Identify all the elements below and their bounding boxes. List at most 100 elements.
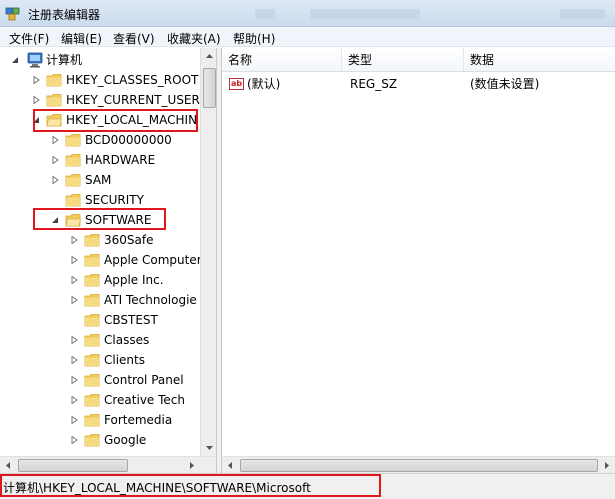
folder-icon (46, 94, 62, 107)
scroll-left-arrow-icon[interactable] (224, 459, 237, 472)
collapsed-arrow-icon[interactable] (71, 356, 78, 364)
tree-node-label: SAM (85, 173, 112, 187)
collapsed-arrow-icon[interactable] (33, 96, 40, 104)
folder-icon (84, 294, 100, 307)
collapsed-arrow-icon[interactable] (71, 376, 78, 384)
computer-icon (27, 52, 43, 68)
tree-node-label: HKEY_CURRENT_USER (66, 93, 200, 107)
tree-node-bcd00000000[interactable]: BCD00000000 (0, 130, 200, 150)
tree-node-google[interactable]: Google (0, 430, 200, 450)
menu-favorites[interactable]: 收藏夹(A) (167, 30, 221, 47)
tree-node-security[interactable]: SECURITY (0, 190, 200, 210)
title-bar-background-blur (310, 9, 420, 19)
collapsed-arrow-icon[interactable] (33, 76, 40, 84)
tree-scrollbar-thumb[interactable] (203, 68, 216, 108)
value-row[interactable]: ab (默认) REG_SZ (数值未设置) (222, 74, 615, 94)
value-type: REG_SZ (350, 77, 398, 91)
scroll-left-arrow-icon[interactable] (2, 459, 15, 472)
folder-icon (84, 254, 100, 267)
tree-node-360safe[interactable]: 360Safe (0, 230, 200, 250)
collapsed-arrow-icon[interactable] (71, 276, 78, 284)
folder-icon (65, 154, 81, 167)
tree-node-label: Apple Inc. (104, 273, 164, 287)
column-header-type[interactable]: 类型 (342, 48, 464, 72)
tree-node-label: HKEY_CLASSES_ROOT (66, 73, 199, 87)
tree-node-label: 计算机 (46, 53, 83, 67)
tree-node-label: CBSTEST (104, 313, 158, 327)
menu-edit[interactable]: 编辑(E) (61, 30, 102, 47)
tree-node-hardware[interactable]: HARDWARE (0, 150, 200, 170)
tree-node-label: Fortemedia (104, 413, 173, 427)
folder-icon (84, 434, 100, 447)
folder-icon (46, 74, 62, 87)
title-bar-background-blur-icon (255, 9, 275, 19)
highlight-hkey-local-machine (33, 109, 198, 132)
tree-node-label: Creative Tech (104, 393, 185, 407)
menu-file[interactable]: 文件(F) (9, 30, 49, 47)
tree-node-ati-technologies[interactable]: ATI Technologie (0, 290, 200, 310)
window-title: 注册表编辑器 (28, 8, 101, 22)
tree-node-label: Google (104, 433, 147, 447)
tree-node-cbstest[interactable]: CBSTEST (0, 310, 200, 330)
regedit-app-icon (5, 7, 20, 21)
collapsed-arrow-icon[interactable] (52, 136, 59, 144)
values-horizontal-scrollbar[interactable] (222, 456, 615, 473)
tree-node-computer[interactable]: 计算机 (0, 50, 200, 70)
folder-icon (84, 314, 100, 327)
tree-node-label: Clients (104, 353, 145, 367)
collapsed-arrow-icon[interactable] (71, 436, 78, 444)
registry-values-pane[interactable]: 名称 类型 数据 ab (默认) REG_SZ (数值未设置) (222, 48, 615, 473)
tree-node-label: Apple Computer (104, 253, 202, 267)
collapsed-arrow-icon[interactable] (71, 416, 78, 424)
tree-node-label: HARDWARE (85, 153, 156, 167)
collapsed-arrow-icon[interactable] (52, 156, 59, 164)
collapsed-arrow-icon[interactable] (71, 236, 78, 244)
folder-icon (65, 134, 81, 147)
scroll-right-arrow-icon[interactable] (600, 459, 613, 472)
tree-node-hkey-classes-root[interactable]: HKEY_CLASSES_ROOT (0, 70, 200, 90)
collapsed-arrow-icon[interactable] (71, 296, 78, 304)
values-hscroll-thumb[interactable] (240, 459, 598, 472)
scroll-right-arrow-icon[interactable] (185, 459, 198, 472)
folder-icon (84, 394, 100, 407)
folder-icon (84, 274, 100, 287)
title-bar: 注册表编辑器 (0, 0, 615, 27)
folder-icon (84, 234, 100, 247)
tree-node-classes[interactable]: Classes (0, 330, 200, 350)
value-data: (数值未设置) (470, 77, 540, 91)
tree-node-control-panel[interactable]: Control Panel (0, 370, 200, 390)
tree-node-apple-computer[interactable]: Apple Computer (0, 250, 202, 270)
scroll-down-arrow-icon[interactable] (201, 439, 217, 456)
collapsed-arrow-icon[interactable] (71, 396, 78, 404)
menu-help[interactable]: 帮助(H) (233, 30, 275, 47)
tree-node-label: Control Panel (104, 373, 184, 387)
highlight-status-path (0, 474, 381, 497)
folder-icon (65, 174, 81, 187)
folder-icon (65, 194, 81, 207)
tree-node-clients[interactable]: Clients (0, 350, 200, 370)
tree-node-creative-tech[interactable]: Creative Tech (0, 390, 200, 410)
tree-node-label: ATI Technologie (104, 293, 197, 307)
collapsed-arrow-icon[interactable] (71, 256, 78, 264)
string-value-icon: ab (229, 78, 244, 90)
expanded-arrow-icon[interactable] (12, 56, 19, 64)
column-header-data[interactable]: 数据 (464, 48, 615, 72)
highlight-software (33, 208, 166, 230)
folder-icon (84, 354, 100, 367)
scroll-up-arrow-icon[interactable] (201, 48, 217, 65)
tree-hscroll-thumb[interactable] (18, 459, 128, 472)
column-header-name[interactable]: 名称 (222, 48, 342, 72)
folder-icon (84, 414, 100, 427)
tree-node-sam[interactable]: SAM (0, 170, 200, 190)
menu-view[interactable]: 查看(V) (113, 30, 155, 47)
tree-horizontal-scrollbar[interactable] (0, 456, 216, 473)
tree-node-hkey-current-user[interactable]: HKEY_CURRENT_USER (0, 90, 200, 110)
value-name: (默认) (247, 77, 281, 91)
collapsed-arrow-icon[interactable] (71, 336, 78, 344)
tree-node-label: BCD00000000 (85, 133, 172, 147)
tree-node-fortemedia[interactable]: Fortemedia (0, 410, 200, 430)
tree-vertical-scrollbar[interactable] (200, 48, 217, 456)
tree-node-apple-inc[interactable]: Apple Inc. (0, 270, 200, 290)
collapsed-arrow-icon[interactable] (52, 176, 59, 184)
folder-icon (84, 374, 100, 387)
